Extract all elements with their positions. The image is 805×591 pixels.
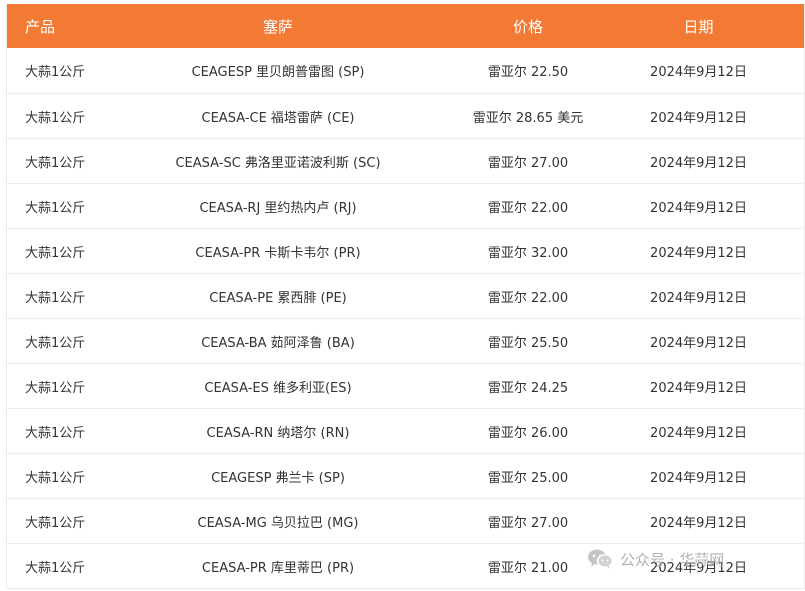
cell-price: 雷亚尔 22.50: [487, 65, 569, 80]
cell-ceasa: CEASA-MG 乌贝拉巴 (MG): [197, 515, 359, 531]
cell-product: 大蒜1公斤: [25, 155, 86, 171]
table-row: 大蒜1公斤 CEASA-CE 福塔雷萨 (CE) 雷亚尔 28.65 美元 2024年…: [7, 94, 804, 139]
cell-date: 2024年9月12日: [650, 245, 747, 261]
price-table: 产品 塞萨 价格 日期 大蒜1公斤 CEAGESP 里贝朗普雷图 (SP) 雷亚尔 …: [6, 4, 805, 589]
cell-ceasa: CEASA-BA 茹阿泽鲁 (BA): [201, 335, 355, 351]
header-price: 价格: [512, 17, 543, 36]
header-ceasa: 塞萨: [262, 17, 293, 36]
cell-date: 2024年9月12日: [650, 470, 747, 486]
watermark-channel: 公众号 · 华蒜网: [620, 550, 725, 569]
watermark: 公众号 · 华蒜网: [586, 545, 740, 573]
table-body: 大蒜1公斤 CEAGESP 里贝朗普雷图 (SP) 雷亚尔 22.50 2024年9月…: [7, 48, 804, 589]
cell-ceasa: CEASA-ES 维多利亚(ES): [204, 380, 352, 396]
table-row: 大蒜1公斤 CEASA-RJ 里约热内卢 (RJ) 雷亚尔 22.00 2024年9月…: [7, 184, 804, 229]
table-row: 大蒜1公斤 CEAGESP 弗兰卡 (SP) 雷亚尔 25.00 2024年9月12日: [7, 454, 804, 499]
cell-price: 雷亚尔 32.00: [487, 245, 569, 261]
cell-price: 雷亚尔 26.00: [487, 425, 569, 441]
cell-ceasa: CEAGESP 弗兰卡 (SP): [211, 470, 345, 486]
table-row: 大蒜1公斤 CEASA-ES 维多利亚(ES) 雷亚尔 24.25 2024年9月12…: [7, 364, 804, 409]
cell-date: 2024年9月12日: [650, 425, 747, 441]
table-row: 大蒜1公斤 CEASA-PE 累西腓 (PE) 雷亚尔 22.00 2024年9月12…: [7, 274, 804, 319]
cell-price: 雷亚尔 28.65 美元: [472, 110, 584, 126]
cell-product: 大蒜1公斤: [25, 380, 86, 396]
cell-ceasa: CEASA-SC 弗洛里亚诺波利斯 (SC): [175, 155, 381, 171]
cell-product: 大蒜1公斤: [25, 335, 86, 351]
cell-product: 大蒜1公斤: [25, 290, 86, 306]
cell-ceasa: CEASA-RJ 里约热内卢 (RJ): [199, 200, 357, 216]
cell-ceasa: CEASA-PE 累西腓 (PE): [209, 290, 347, 306]
header-product: 产品: [25, 17, 56, 36]
cell-product: 大蒜1公斤: [25, 110, 86, 126]
table-row: 大蒜1公斤 CEASA-RN 纳塔尔 (RN) 雷亚尔 26.00 2024年9月12…: [7, 409, 804, 454]
cell-date: 2024年9月12日: [650, 200, 747, 216]
table-row: 大蒜1公斤 CEASA-SC 弗洛里亚诺波利斯 (SC) 雷亚尔 27.00 2024…: [7, 139, 804, 184]
cell-date: 2024年9月12日: [650, 515, 747, 531]
cell-ceasa: CEASA-PR 卡斯卡韦尔 (PR): [195, 245, 361, 261]
cell-ceasa: CEASA-PR 库里蒂巴 (PR): [201, 560, 355, 576]
cell-product: 大蒜1公斤: [25, 245, 86, 261]
cell-date: 2024年9月12日: [650, 380, 747, 396]
cell-product: 大蒜1公斤: [25, 470, 86, 486]
cell-price: 雷亚尔 25.50: [487, 335, 569, 351]
table-row: 大蒜1公斤 CEAGESP 里贝朗普雷图 (SP) 雷亚尔 22.50 2024年9月…: [7, 48, 804, 94]
cell-price: 雷亚尔 22.00: [487, 290, 569, 306]
table-row: 大蒜1公斤 CEASA-MG 乌贝拉巴 (MG) 雷亚尔 27.00 2024年9月1…: [7, 499, 804, 544]
cell-price: 雷亚尔 27.00: [487, 155, 569, 171]
table-header: 产品 塞萨 价格 日期: [7, 4, 804, 48]
cell-date: 2024年9月12日: [650, 290, 747, 306]
cell-price: 雷亚尔 21.00: [487, 560, 569, 576]
cell-date: 2024年9月12日: [650, 110, 747, 126]
cell-price: 雷亚尔 25.00: [487, 470, 569, 486]
table-row: 大蒜1公斤 CEASA-PR 卡斯卡韦尔 (PR) 雷亚尔 32.00 2024年9月…: [7, 229, 804, 274]
cell-product: 大蒜1公斤: [25, 200, 86, 216]
cell-date: 2024年9月12日: [650, 155, 747, 171]
cell-ceasa: CEAGESP 里贝朗普雷图 (SP): [191, 65, 365, 80]
cell-ceasa: CEASA-CE 福塔雷萨 (CE): [201, 110, 355, 126]
header-date: 日期: [683, 17, 714, 36]
cell-date: 2024年9月12日: [650, 335, 747, 351]
cell-product: 大蒜1公斤: [25, 560, 86, 576]
wechat-icon: [588, 549, 614, 569]
cell-product: 大蒜1公斤: [25, 65, 86, 80]
cell-price: 雷亚尔 27.00: [487, 515, 569, 531]
table-row: 大蒜1公斤 CEASA-BA 茹阿泽鲁 (BA) 雷亚尔 25.50 2024年9月1…: [7, 319, 804, 364]
cell-product: 大蒜1公斤: [25, 515, 86, 531]
cell-product: 大蒜1公斤: [25, 425, 86, 441]
cell-date: 2024年9月12日: [650, 65, 747, 80]
cell-price: 雷亚尔 24.25: [487, 380, 569, 396]
cell-ceasa: CEASA-RN 纳塔尔 (RN): [206, 425, 350, 441]
cell-price: 雷亚尔 22.00: [487, 200, 569, 216]
